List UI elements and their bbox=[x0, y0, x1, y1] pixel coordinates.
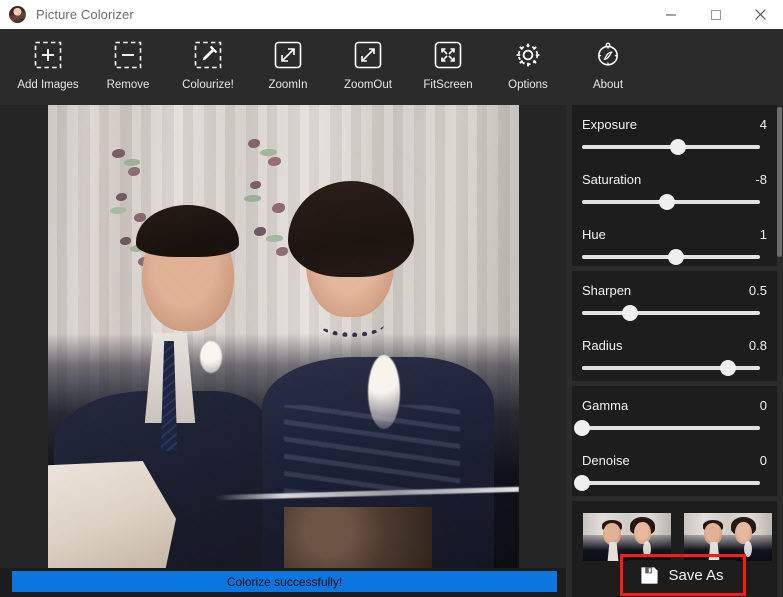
title-bar: Picture Colorizer bbox=[0, 0, 783, 29]
toolbar-label: FitScreen bbox=[423, 79, 473, 91]
toolbar-button-remove[interactable]: Remove bbox=[88, 29, 168, 105]
slider-label: Radius bbox=[582, 338, 623, 353]
slider-thumb[interactable] bbox=[719, 360, 736, 376]
remove-icon bbox=[111, 38, 145, 72]
slider-track[interactable] bbox=[582, 194, 760, 210]
colourize-eyedropper-icon bbox=[191, 38, 225, 72]
toolbar-button-options[interactable]: Options bbox=[488, 29, 568, 105]
zoom-out-icon bbox=[351, 38, 385, 72]
slider-thumb[interactable] bbox=[574, 420, 590, 436]
main-toolbar: Add Images Remove Colourize! ZoomIn Zoom… bbox=[0, 29, 783, 105]
slider-exposure[interactable]: Exposure 4 bbox=[582, 117, 767, 155]
slider-value: 0.8 bbox=[748, 338, 767, 353]
slider-value: 1 bbox=[759, 227, 767, 242]
group-color-adjustments: Exposure 4 Saturation -8 Hue 1 bbox=[572, 105, 777, 266]
toolbar-label: ZoomOut bbox=[344, 79, 392, 91]
toolbar-label: ZoomIn bbox=[268, 79, 308, 91]
group-tone-noise: Gamma 0 Denoise 0 bbox=[572, 386, 777, 496]
slider-label: Saturation bbox=[582, 172, 642, 187]
window-title: Picture Colorizer bbox=[36, 7, 134, 22]
slider-track[interactable] bbox=[574, 420, 760, 436]
slider-track[interactable] bbox=[582, 360, 760, 376]
save-as-highlight bbox=[620, 554, 746, 596]
status-progress-bar: Colorize successfully! bbox=[12, 571, 557, 592]
sidebar-scrollbar[interactable] bbox=[776, 105, 783, 597]
window-controls bbox=[648, 0, 783, 29]
photo-corsage bbox=[368, 355, 400, 429]
slider-value: 4 bbox=[759, 117, 767, 132]
app-avatar-icon bbox=[9, 6, 26, 23]
slider-radius[interactable]: Radius 0.8 bbox=[582, 338, 767, 376]
picture-colorizer-window: Picture Colorizer Add Images Remove Colo… bbox=[0, 0, 783, 597]
close-icon[interactable] bbox=[738, 0, 783, 29]
slider-value: -8 bbox=[755, 172, 767, 187]
slider-thumb[interactable] bbox=[574, 475, 590, 491]
toolbar-button-colourize[interactable]: Colourize! bbox=[168, 29, 248, 105]
slider-track[interactable] bbox=[582, 139, 760, 155]
compass-icon bbox=[591, 38, 625, 72]
toolbar-label: About bbox=[592, 79, 624, 91]
slider-sharpen[interactable]: Sharpen 0.5 bbox=[582, 283, 767, 321]
slider-value: 0 bbox=[759, 398, 767, 413]
slider-gamma[interactable]: Gamma 0 bbox=[574, 398, 767, 436]
toolbar-label: Options bbox=[508, 79, 548, 91]
slider-label: Sharpen bbox=[582, 283, 632, 298]
slider-label: Gamma bbox=[582, 398, 629, 413]
slider-denoise[interactable]: Denoise 0 bbox=[574, 453, 767, 491]
photo-fur-stole bbox=[284, 507, 432, 568]
toolbar-button-zoomin[interactable]: ZoomIn bbox=[248, 29, 328, 105]
colorized-photo bbox=[48, 105, 519, 568]
status-message: Colorize successfully! bbox=[226, 574, 343, 589]
slider-thumb[interactable] bbox=[670, 139, 687, 155]
group-sharpening: Sharpen 0.5 Radius 0.8 bbox=[572, 271, 777, 381]
slider-thumb[interactable] bbox=[668, 249, 685, 265]
photo-necklace bbox=[320, 313, 384, 337]
slider-track[interactable] bbox=[582, 249, 760, 265]
slider-track[interactable] bbox=[582, 305, 760, 321]
slider-hue[interactable]: Hue 1 bbox=[582, 227, 767, 265]
slider-value: 0.5 bbox=[748, 283, 767, 298]
slider-track[interactable] bbox=[574, 475, 760, 491]
toolbar-button-about[interactable]: About bbox=[568, 29, 648, 105]
adjustments-sidebar: Exposure 4 Saturation -8 Hue 1 Sharpen 0… bbox=[566, 105, 783, 597]
toolbar-label: Remove bbox=[106, 79, 150, 91]
slider-label: Hue bbox=[582, 227, 606, 242]
toolbar-button-zoomout[interactable]: ZoomOut bbox=[328, 29, 408, 105]
slider-label: Exposure bbox=[582, 117, 637, 132]
slider-thumb[interactable] bbox=[659, 194, 676, 210]
fit-screen-icon bbox=[431, 38, 465, 72]
zoom-in-icon bbox=[271, 38, 305, 72]
maximize-icon[interactable] bbox=[693, 0, 738, 29]
image-canvas[interactable] bbox=[0, 105, 566, 568]
toolbar-label: Add Images bbox=[17, 79, 79, 91]
toolbar-label: Colourize! bbox=[182, 79, 234, 91]
slider-label: Denoise bbox=[582, 453, 630, 468]
minimize-icon[interactable] bbox=[648, 0, 693, 29]
photo-boutonniere bbox=[200, 341, 222, 373]
add-images-icon bbox=[31, 38, 65, 72]
slider-saturation[interactable]: Saturation -8 bbox=[582, 172, 767, 210]
slider-thumb[interactable] bbox=[622, 305, 639, 321]
slider-value: 0 bbox=[759, 453, 767, 468]
toolbar-button-add-images[interactable]: Add Images bbox=[8, 29, 88, 105]
gear-icon bbox=[511, 38, 545, 72]
toolbar-button-fitscreen[interactable]: FitScreen bbox=[408, 29, 488, 105]
